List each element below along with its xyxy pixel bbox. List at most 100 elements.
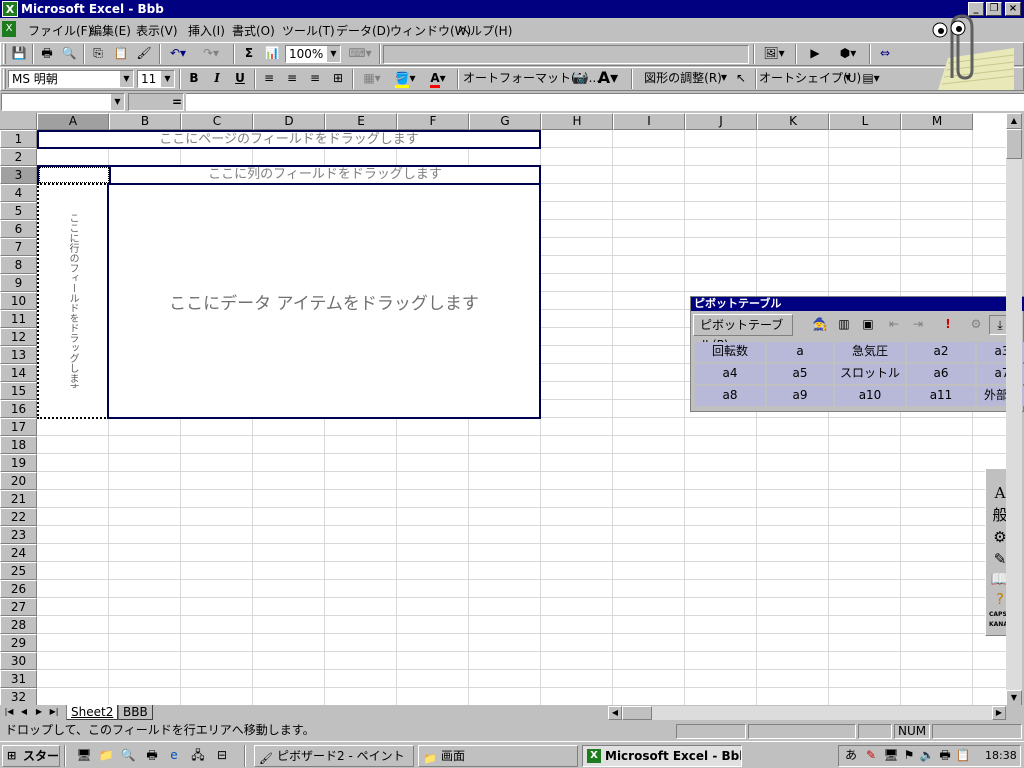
workbook-icon[interactable]: X bbox=[2, 21, 16, 37]
menu-insert[interactable]: 挿入(I) bbox=[188, 22, 225, 39]
toolbar-grip[interactable] bbox=[3, 69, 6, 89]
select-pointer-icon[interactable]: ↖ bbox=[731, 69, 751, 89]
copy-icon[interactable]: ⎘ bbox=[88, 44, 108, 64]
row-header-30[interactable]: 30 bbox=[0, 652, 37, 670]
autoshape-button[interactable]: オートシェイプ(U) bbox=[759, 69, 861, 89]
tray-monitor-icon[interactable]: 🖥 bbox=[883, 746, 899, 766]
row-header-25[interactable]: 25 bbox=[0, 562, 37, 580]
column-header-i[interactable]: I bbox=[613, 113, 685, 130]
align-center-icon[interactable]: ≡ bbox=[282, 69, 302, 89]
select-all-corner[interactable] bbox=[0, 113, 37, 130]
task-paint[interactable]: 🖌 ピボザード2 - ペイント bbox=[254, 745, 414, 767]
tray-flag-icon[interactable]: ⚑ bbox=[901, 746, 917, 766]
hide-detail-icon[interactable]: ⚙ bbox=[965, 315, 987, 335]
chevron-down-icon[interactable]: ▼ bbox=[326, 46, 340, 62]
ungroup-icon[interactable]: ⇤ bbox=[883, 315, 905, 335]
align-left-icon[interactable]: ≡ bbox=[259, 69, 279, 89]
tray-clipboard-icon[interactable]: 📋 bbox=[955, 746, 971, 766]
ie-icon[interactable]: e bbox=[164, 746, 184, 766]
pivot-field-button[interactable]: a4 bbox=[695, 364, 765, 384]
menu-file[interactable]: ファイル(F) bbox=[28, 22, 92, 39]
row-header-6[interactable]: 6 bbox=[0, 220, 37, 238]
pivot-field-button[interactable]: a11 bbox=[907, 386, 975, 406]
row-header-11[interactable]: 11 bbox=[0, 310, 37, 328]
chevron-down-icon[interactable]: ▼ bbox=[110, 94, 124, 110]
clock[interactable]: 18:38 bbox=[985, 749, 1017, 762]
h-scroll-thumb[interactable] bbox=[622, 706, 652, 720]
page-field-drop-area[interactable]: ここにページのフィールドをドラッグします bbox=[37, 130, 541, 149]
row-header-19[interactable]: 19 bbox=[0, 454, 37, 472]
column-header-c[interactable]: C bbox=[181, 113, 253, 130]
pivot-field-button[interactable]: 急気圧 bbox=[835, 342, 905, 362]
row-header-21[interactable]: 21 bbox=[0, 490, 37, 508]
row-header-23[interactable]: 23 bbox=[0, 526, 37, 544]
menu-tools[interactable]: ツール(T) bbox=[282, 22, 335, 39]
row-header-29[interactable]: 29 bbox=[0, 634, 37, 652]
row-header-18[interactable]: 18 bbox=[0, 436, 37, 454]
row-header-17[interactable]: 17 bbox=[0, 418, 37, 436]
desktop-icon[interactable]: 🖥 bbox=[74, 746, 94, 766]
pivot-field-button[interactable]: 回転数 bbox=[695, 342, 765, 362]
horizontal-scrollbar[interactable]: ◀ ▶ bbox=[608, 706, 1006, 720]
row-header-16[interactable]: 16 bbox=[0, 400, 37, 418]
row-header-7[interactable]: 7 bbox=[0, 238, 37, 256]
scroll-down-icon[interactable]: ▼ bbox=[1006, 690, 1022, 706]
play-icon[interactable]: ▶ bbox=[805, 44, 825, 64]
font-grow-icon[interactable]: A▾ bbox=[593, 69, 623, 89]
column-header-j[interactable]: J bbox=[685, 113, 757, 130]
underline-button[interactable]: U bbox=[230, 69, 250, 89]
chevron-down-icon[interactable]: ▼ bbox=[119, 71, 133, 87]
fill-color-icon[interactable]: 🪣▾ bbox=[390, 69, 420, 89]
scroll-thumb[interactable] bbox=[1006, 129, 1022, 159]
tray-printer-icon[interactable]: 🖶 bbox=[937, 746, 953, 766]
equals-button[interactable]: = bbox=[172, 95, 182, 109]
column-header-d[interactable]: D bbox=[253, 113, 325, 130]
drawing-adjust-button[interactable]: 図形の調整(R) bbox=[638, 69, 728, 89]
scroll-up-icon[interactable]: ▲ bbox=[1006, 113, 1022, 129]
zoom-combo[interactable]: 100% ▼ bbox=[285, 45, 341, 63]
refresh-icon[interactable]: ! bbox=[937, 315, 959, 335]
pivot-field-button[interactable]: a6 bbox=[907, 364, 975, 384]
pivot-field-button[interactable]: a10 bbox=[835, 386, 905, 406]
tab-bbb[interactable]: BBB bbox=[118, 705, 153, 720]
column-header-m[interactable]: M bbox=[901, 113, 973, 130]
column-field-drop-area[interactable]: ここに列のフィールドをドラッグします bbox=[37, 165, 541, 185]
row-header-20[interactable]: 20 bbox=[0, 472, 37, 490]
menu-data[interactable]: データ(D) bbox=[336, 22, 391, 39]
chart-wizard-icon[interactable]: 📊 bbox=[262, 44, 282, 64]
row-header-9[interactable]: 9 bbox=[0, 274, 37, 292]
paste-icon[interactable]: 📋 bbox=[111, 44, 131, 64]
column-header-g[interactable]: G bbox=[469, 113, 541, 130]
format-painter-icon[interactable]: 🖌 bbox=[134, 44, 154, 64]
pivot-field-button[interactable]: a5 bbox=[767, 364, 833, 384]
toolbar-grip[interactable] bbox=[3, 44, 6, 64]
pivot-menu-button[interactable]: ピボットテーブル(P) ▾ bbox=[693, 314, 793, 352]
borders-icon[interactable]: ▦▾ bbox=[357, 69, 387, 89]
print-icon[interactable]: 🖶 bbox=[37, 44, 57, 64]
row-header-15[interactable]: 15 bbox=[0, 382, 37, 400]
column-header-e[interactable]: E bbox=[325, 113, 397, 130]
prev-sheet-icon[interactable]: ◀ bbox=[17, 706, 31, 720]
tray-ime-icon[interactable]: あ bbox=[843, 746, 859, 766]
row-header-14[interactable]: 14 bbox=[0, 364, 37, 382]
pivot-field-button[interactable]: a8 bbox=[695, 386, 765, 406]
formula-input[interactable] bbox=[186, 93, 1024, 111]
pivot-field-button[interactable]: a bbox=[767, 342, 833, 362]
scroll-left-icon[interactable]: ◀ bbox=[608, 706, 622, 720]
start-button[interactable]: ⊞ スタート bbox=[2, 745, 60, 767]
shapes-icon[interactable]: ⬢▾ bbox=[831, 44, 865, 64]
column-header-k[interactable]: K bbox=[757, 113, 829, 130]
row-header-32[interactable]: 32 bbox=[0, 688, 37, 706]
bold-button[interactable]: B bbox=[184, 69, 204, 89]
vertical-scrollbar[interactable]: ▲ ▼ bbox=[1006, 113, 1022, 707]
row-header-24[interactable]: 24 bbox=[0, 544, 37, 562]
excel-icon[interactable]: X bbox=[2, 1, 18, 17]
last-sheet-icon[interactable]: ▶| bbox=[47, 706, 61, 720]
column-header-l[interactable]: L bbox=[829, 113, 901, 130]
tab-sheet2[interactable]: Sheet2 bbox=[66, 705, 119, 720]
tray-speaker-icon[interactable]: 🔈 bbox=[919, 746, 935, 766]
pivot-field-button[interactable]: a9 bbox=[767, 386, 833, 406]
font-size-combo[interactable]: 11 ▼ bbox=[137, 70, 175, 88]
menu-edit[interactable]: 編集(E) bbox=[90, 22, 131, 39]
row-header-12[interactable]: 12 bbox=[0, 328, 37, 346]
